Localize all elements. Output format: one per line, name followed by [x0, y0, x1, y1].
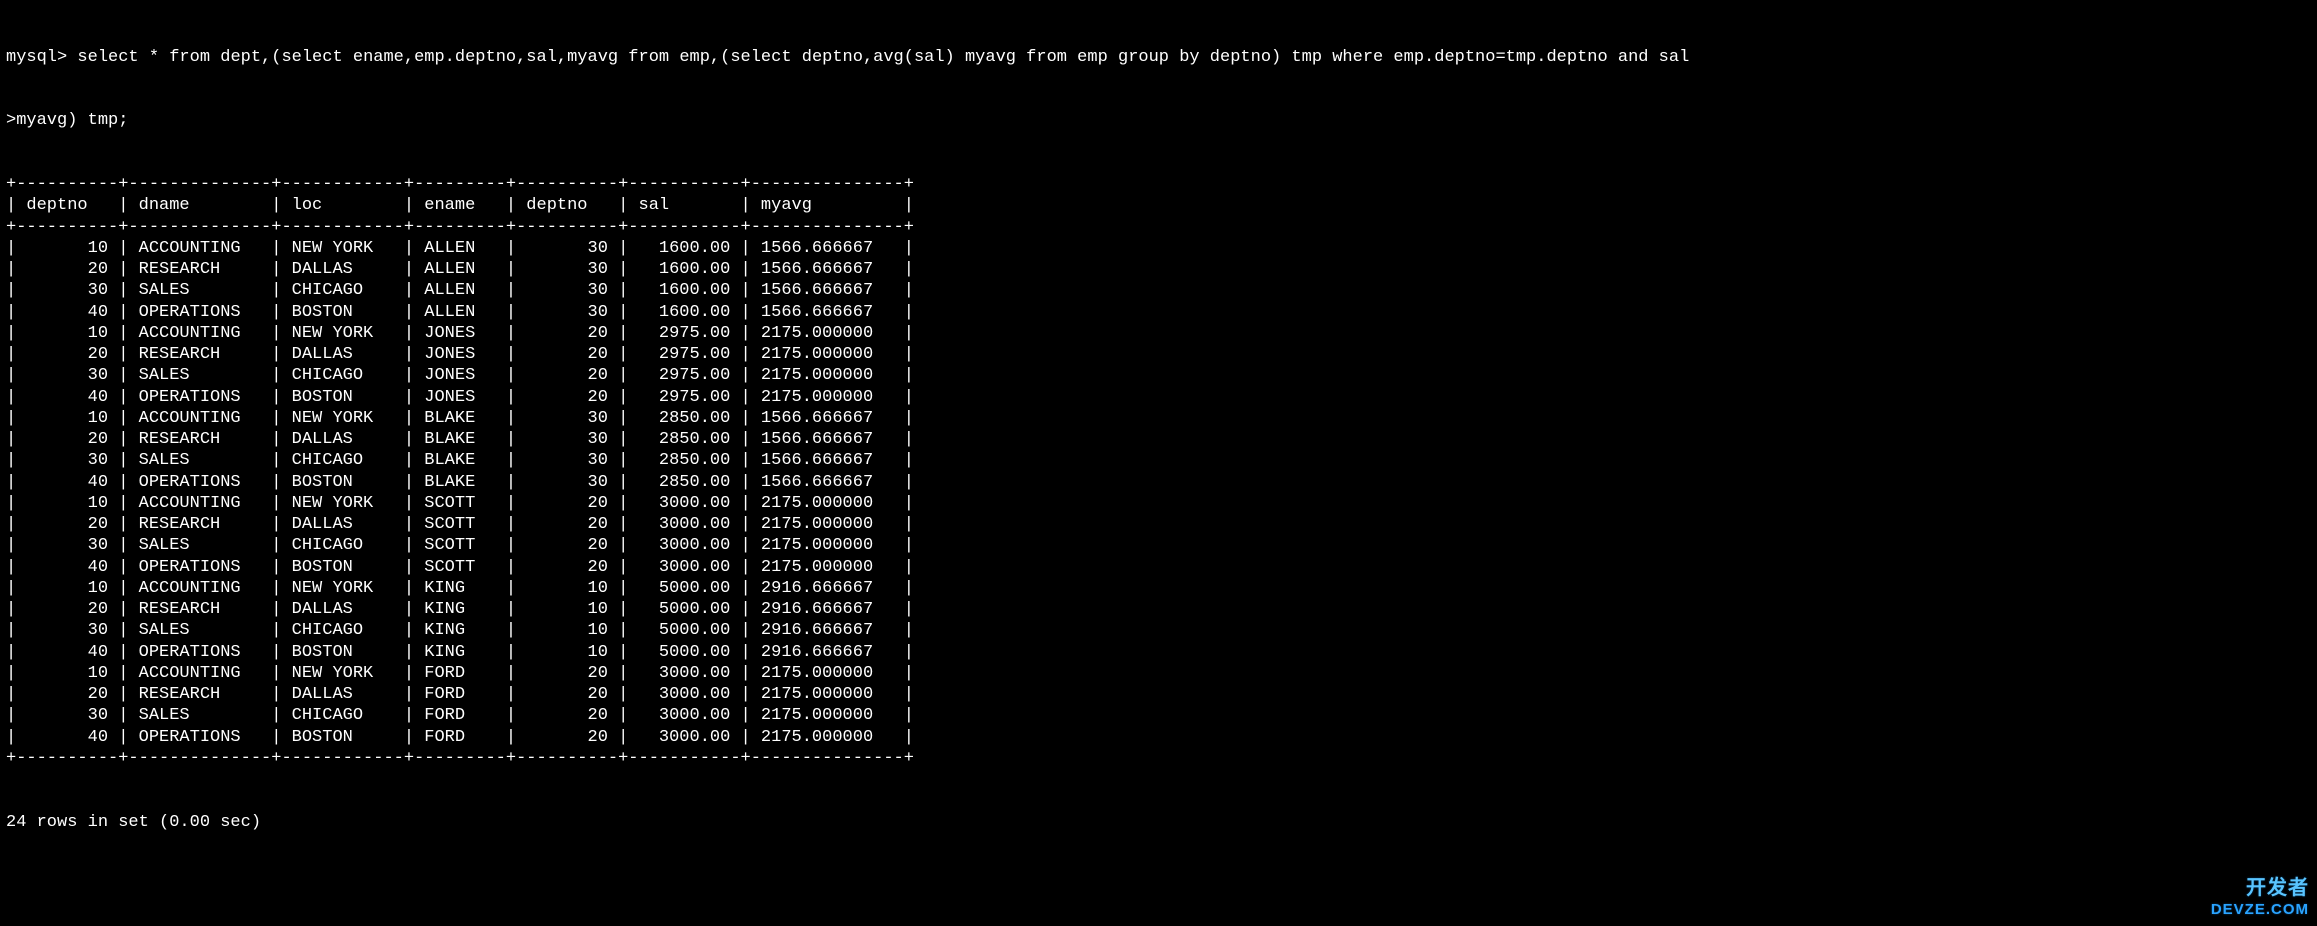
table-row: | 30 | SALES | CHICAGO | ALLEN | 30 | 16…: [6, 280, 2311, 301]
query-line: mysql> select * from dept,(select ename,…: [6, 47, 2311, 68]
table-row: | 10 | ACCOUNTING | NEW YORK | ALLEN | 3…: [6, 238, 2311, 259]
blank-line: [6, 875, 2311, 896]
table-row: | 20 | RESEARCH | DALLAS | KING | 10 | 5…: [6, 599, 2311, 620]
table-row: | 10 | ACCOUNTING | NEW YORK | SCOTT | 2…: [6, 493, 2311, 514]
table-row: | 20 | RESEARCH | DALLAS | JONES | 20 | …: [6, 344, 2311, 365]
result-table: +----------+--------------+------------+…: [6, 174, 2311, 769]
mysql-prompt[interactable]: mysql>: [6, 48, 67, 67]
table-row: | 40 | OPERATIONS | BOSTON | JONES | 20 …: [6, 387, 2311, 408]
table-row: | 30 | SALES | CHICAGO | FORD | 20 | 300…: [6, 705, 2311, 726]
table-row: | 30 | SALES | CHICAGO | BLAKE | 30 | 28…: [6, 450, 2311, 471]
table-row: | 10 | ACCOUNTING | NEW YORK | KING | 10…: [6, 578, 2311, 599]
table-row: | 40 | OPERATIONS | BOSTON | BLAKE | 30 …: [6, 472, 2311, 493]
table-row: | 10 | ACCOUNTING | NEW YORK | BLAKE | 3…: [6, 408, 2311, 429]
table-row: | 20 | RESEARCH | DALLAS | FORD | 20 | 3…: [6, 684, 2311, 705]
table-row: | 20 | RESEARCH | DALLAS | ALLEN | 30 | …: [6, 259, 2311, 280]
table-row: | 30 | SALES | CHICAGO | SCOTT | 20 | 30…: [6, 535, 2311, 556]
table-row: | 30 | SALES | CHICAGO | KING | 10 | 500…: [6, 620, 2311, 641]
table-header-row: | deptno | dname | loc | ename | deptno …: [6, 195, 2311, 216]
query-line-2: >myavg) tmp;: [6, 110, 2311, 131]
table-row: | 10 | ACCOUNTING | NEW YORK | FORD | 20…: [6, 663, 2311, 684]
table-row: | 40 | OPERATIONS | BOSTON | FORD | 20 |…: [6, 727, 2311, 748]
table-row: | 20 | RESEARCH | DALLAS | BLAKE | 30 | …: [6, 429, 2311, 450]
table-row: | 40 | OPERATIONS | BOSTON | SCOTT | 20 …: [6, 557, 2311, 578]
table-border: +----------+--------------+------------+…: [6, 217, 2311, 238]
table-row: | 30 | SALES | CHICAGO | JONES | 20 | 29…: [6, 365, 2311, 386]
table-row: | 40 | OPERATIONS | BOSTON | KING | 10 |…: [6, 642, 2311, 663]
table-border: +----------+--------------+------------+…: [6, 174, 2311, 195]
table-border: +----------+--------------+------------+…: [6, 748, 2311, 769]
terminal-output: mysql> select * from dept,(select ename,…: [0, 0, 2317, 922]
table-row: | 20 | RESEARCH | DALLAS | SCOTT | 20 | …: [6, 514, 2311, 535]
status-line: 24 rows in set (0.00 sec): [6, 812, 2311, 833]
sql-query-part1: select * from dept,(select ename,emp.dep…: [67, 48, 1689, 67]
table-row: | 40 | OPERATIONS | BOSTON | ALLEN | 30 …: [6, 302, 2311, 323]
table-row: | 10 | ACCOUNTING | NEW YORK | JONES | 2…: [6, 323, 2311, 344]
